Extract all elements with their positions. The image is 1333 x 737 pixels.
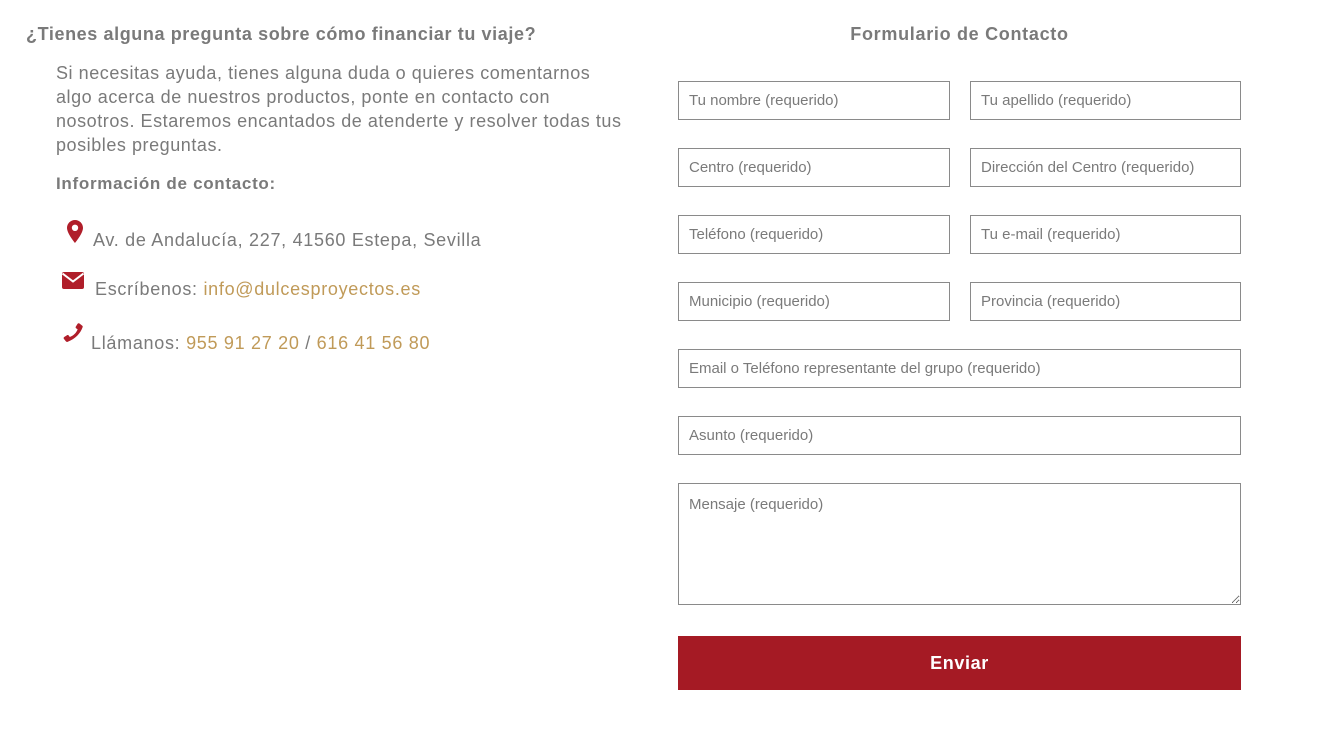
phone-input[interactable] (678, 215, 950, 254)
question-heading: ¿Tienes alguna pregunta sobre cómo finan… (26, 24, 537, 44)
address-line: Av. de Andalucía, 227, 41560 Estepa, Sev… (93, 230, 481, 251)
phone-link-2[interactable]: 616 41 56 80 (317, 333, 431, 353)
contact-info-heading: Información de contacto: (56, 174, 276, 193)
email-line: Escríbenos: info@dulcesproyectos.es (95, 279, 421, 300)
submit-button[interactable]: Enviar (678, 636, 1241, 690)
phone-link-1[interactable]: 955 91 27 20 (186, 333, 300, 353)
representative-input[interactable] (678, 349, 1241, 388)
map-marker-icon (67, 220, 83, 243)
last-name-input[interactable] (970, 81, 1241, 120)
municipality-input[interactable] (678, 282, 950, 321)
message-textarea[interactable] (678, 483, 1241, 605)
phone-label: Llámanos: (91, 333, 187, 353)
phone-separator: / (299, 333, 317, 353)
address-text: Av. de Andalucía, 227, 41560 Estepa, Sev… (93, 230, 482, 250)
first-name-input[interactable] (678, 81, 950, 120)
province-input[interactable] (970, 282, 1241, 321)
center-input[interactable] (678, 148, 950, 187)
email-link[interactable]: info@dulcesproyectos.es (203, 279, 420, 299)
phone-icon (63, 323, 83, 343)
form-title: Formulario de Contacto (850, 24, 1069, 44)
center-address-input[interactable] (970, 148, 1241, 187)
email-label: Escríbenos: (95, 279, 204, 299)
envelope-icon (62, 272, 84, 289)
email-input[interactable] (970, 215, 1241, 254)
phone-line: Llámanos: 955 91 27 20 / 616 41 56 80 (91, 333, 430, 354)
subject-input[interactable] (678, 416, 1241, 455)
intro-text: Si necesitas ayuda, tienes alguna duda o… (56, 63, 622, 155)
